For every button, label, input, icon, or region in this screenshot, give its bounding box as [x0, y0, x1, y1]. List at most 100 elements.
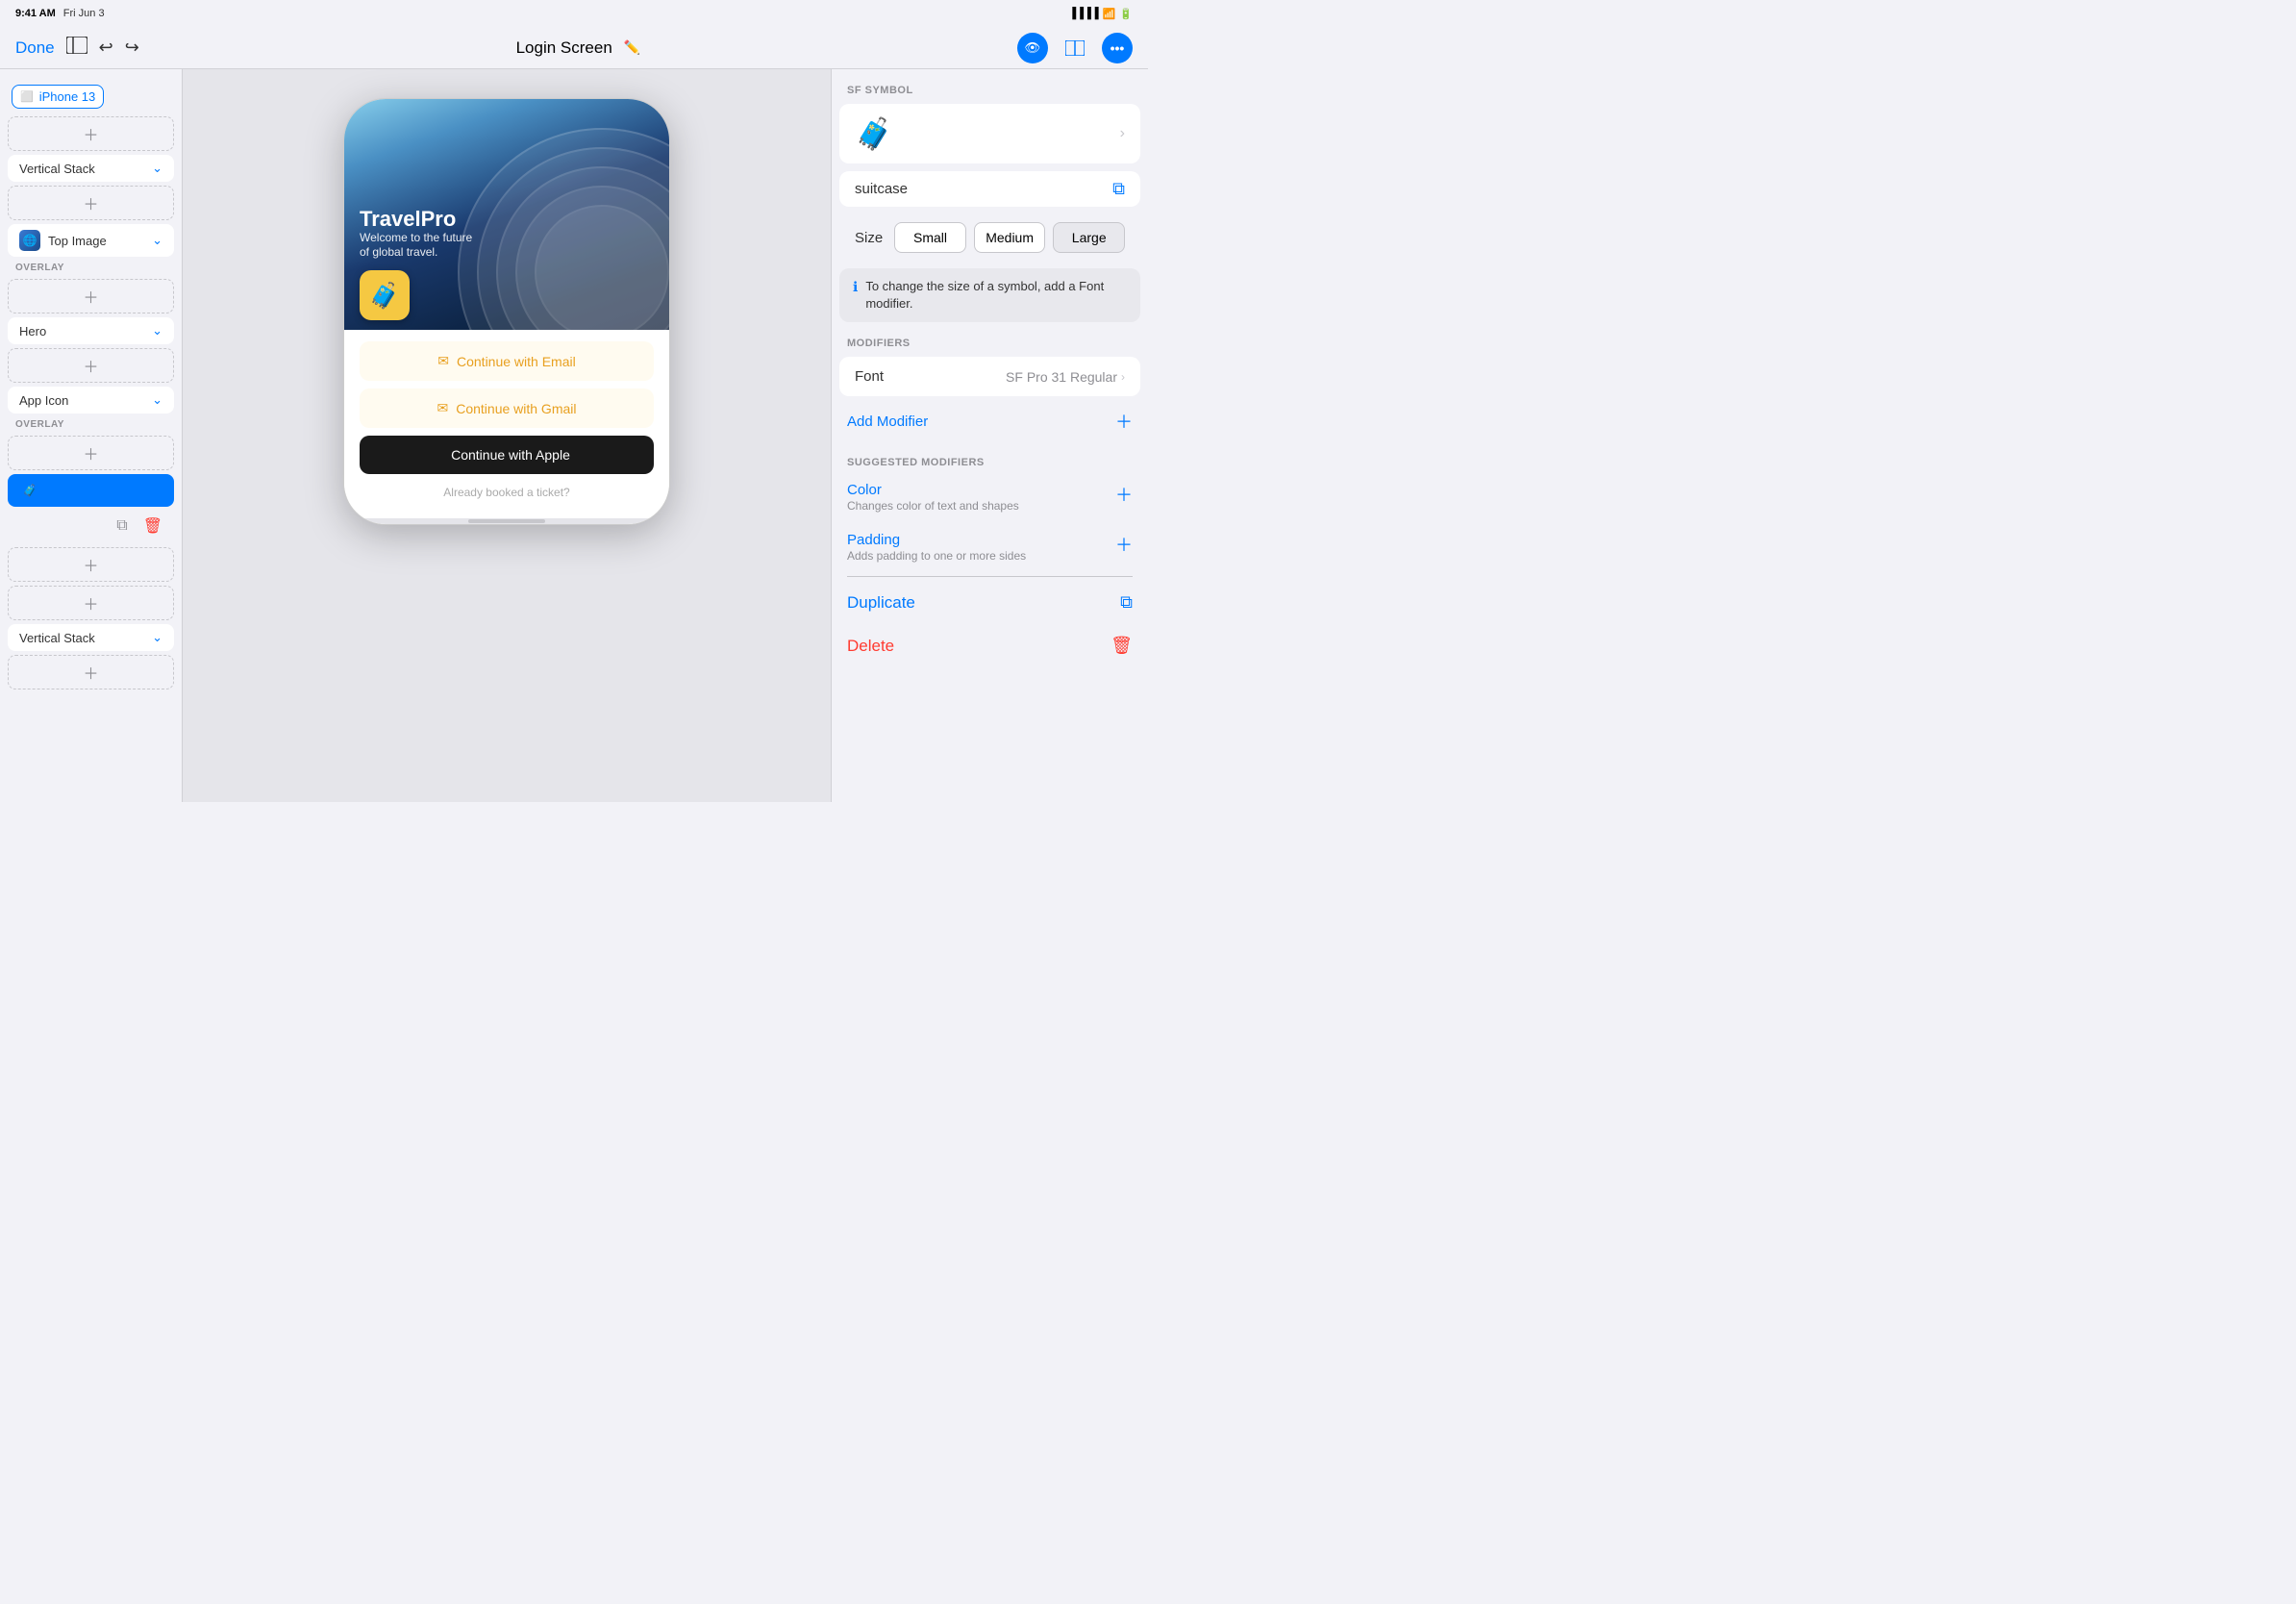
padding-modifier-button[interactable]: Padding Adds padding to one or more side… [832, 522, 1148, 572]
brand-name: TravelPro [360, 208, 472, 231]
add-layer-4-button[interactable]: ＋ [8, 547, 174, 582]
duplicate-icon: ⧉ [1120, 592, 1133, 613]
font-modifier-value: SF Pro 31 Regular › [1006, 369, 1125, 385]
app-icon-overlay: 🧳 [360, 270, 410, 320]
add-overlay-button[interactable]: ＋ [8, 279, 174, 313]
color-desc: Changes color of text and shapes [847, 499, 1019, 513]
delete-button[interactable]: Delete 🗑 [832, 624, 1148, 667]
split-view-button[interactable] [1060, 33, 1090, 63]
layer-item-app-icon[interactable]: App Icon ⌄ [8, 387, 174, 414]
layer-actions: ⧉ 🗑 [0, 509, 182, 543]
layer-item-top-image[interactable]: 🌐 Top Image ⌄ [8, 224, 174, 257]
add-layer-2-button[interactable]: ＋ [8, 186, 174, 220]
battery-icon: 🔋 [1119, 8, 1133, 20]
sidebar-toggle-button[interactable] [66, 37, 87, 59]
eye-icon: 👁 [1025, 40, 1041, 56]
status-icons: ▐▐▐▐ 📶 🔋 [1068, 8, 1133, 20]
add-layer-top-button[interactable]: ＋ [8, 116, 174, 151]
add-layer-3-button[interactable]: ＋ [8, 348, 174, 383]
info-text: To change the size of a symbol, add a Fo… [865, 278, 1127, 313]
color-modifier-button[interactable]: Color Changes color of text and shapes ＋ [832, 472, 1148, 522]
signal-icon: ▐▐▐▐ [1068, 8, 1098, 19]
edit-title-icon[interactable]: ✏️ [624, 39, 640, 56]
vertical-stack-label-2: Vertical Stack [19, 631, 95, 645]
left-panel: ⬜ iPhone 13 ＋ Vertical Stack ⌄ ＋ 🌐 Top I… [0, 69, 183, 802]
suitcase-symbol-icon: 🧳 [855, 115, 893, 152]
font-chevron-icon: › [1121, 370, 1125, 384]
undo-button[interactable]: ↩ [99, 38, 113, 58]
app-icon-label: App Icon [19, 393, 68, 408]
suggested-section-title: SUGGESTED MODIFIERS [832, 445, 1148, 472]
apple-label: Continue with Apple [451, 447, 570, 463]
toolbar: Done ↩ ↪ Login Screen ✏️ 👁 ••• [0, 27, 1148, 69]
wifi-icon: 📶 [1103, 8, 1116, 20]
buttons-area: ✉ Continue with Email ✉ Continue with Gm… [344, 330, 669, 518]
redo-button[interactable]: ↪ [125, 38, 139, 58]
continue-with-apple-button[interactable]: Continue with Apple [360, 436, 654, 474]
size-label: Size [855, 230, 883, 246]
modifiers-section-title: MODIFIERS [832, 334, 1148, 357]
size-large-button[interactable]: Large [1053, 222, 1125, 253]
continue-with-gmail-button[interactable]: ✉ Continue with Gmail [360, 388, 654, 428]
padding-plus-icon: ＋ [1115, 532, 1133, 557]
size-medium-button[interactable]: Medium [974, 222, 1046, 253]
preview-button[interactable]: 👁 [1017, 33, 1048, 63]
brand-sub-2: of global travel. [360, 245, 472, 261]
hero-label: Hero [19, 324, 46, 338]
sf-symbol-preview[interactable]: 🧳 › [839, 104, 1140, 163]
sf-symbol-chevron-icon: › [1120, 125, 1125, 142]
info-icon: ℹ [853, 279, 858, 295]
chevron-down-icon-4: ⌄ [152, 392, 162, 408]
layer-item-vertical-stack-2[interactable]: Vertical Stack ⌄ [8, 624, 174, 651]
add-overlay-2-button[interactable]: ＋ [8, 436, 174, 470]
ellipsis-icon: ••• [1111, 40, 1125, 56]
chevron-down-icon-5: ⌄ [152, 630, 162, 645]
add-layer-6-button[interactable]: ＋ [8, 655, 174, 689]
more-button[interactable]: ••• [1102, 33, 1133, 63]
layer-item-hero[interactable]: Hero ⌄ [8, 317, 174, 344]
scroll-indicator [344, 518, 669, 524]
email-icon: ✉ [437, 353, 449, 369]
add-modifier-plus-icon: ＋ [1115, 409, 1133, 434]
sf-name-row: suitcase ⧉ [839, 171, 1140, 207]
layer-item-selected-icon[interactable]: 🧳 [8, 474, 174, 507]
add-layer-5-button[interactable]: ＋ [8, 586, 174, 620]
color-plus-icon: ＋ [1115, 482, 1133, 507]
main-layout: ⬜ iPhone 13 ＋ Vertical Stack ⌄ ＋ 🌐 Top I… [0, 69, 1148, 802]
status-bar: 9:41 AM Fri Jun 3 ▐▐▐▐ 📶 🔋 [0, 0, 1148, 27]
padding-label: Padding [847, 532, 1026, 548]
info-box: ℹ To change the size of a symbol, add a … [839, 268, 1140, 322]
email-label: Continue with Email [457, 354, 576, 369]
device-badge[interactable]: ⬜ iPhone 13 [12, 85, 104, 109]
brand-text: TravelPro Welcome to the future of globa… [360, 208, 472, 261]
add-modifier-button[interactable]: Add Modifier ＋ [832, 397, 1148, 445]
hero-image: 🧳 TravelPro Welcome to the future of glo… [344, 99, 669, 330]
right-panel: SF SYMBOL 🧳 › suitcase ⧉ Size Small Medi… [831, 69, 1148, 802]
font-modifier-row[interactable]: Font SF Pro 31 Regular › [839, 357, 1140, 396]
copy-symbol-button[interactable]: ⧉ [1112, 179, 1125, 199]
duplicate-button[interactable]: Duplicate ⧉ [832, 581, 1148, 624]
chevron-down-icon-2: ⌄ [152, 233, 162, 248]
hero-bg: 🧳 TravelPro Welcome to the future of glo… [344, 99, 669, 330]
device-icon: ⬜ [20, 90, 34, 103]
continue-with-email-button[interactable]: ✉ Continue with Email [360, 341, 654, 381]
status-date: Fri Jun 3 [63, 8, 105, 19]
size-small-button[interactable]: Small [894, 222, 966, 253]
layer-item-vertical-stack-1[interactable]: Vertical Stack ⌄ [8, 155, 174, 182]
chevron-down-icon-1: ⌄ [152, 161, 162, 176]
already-booked-text: Already booked a ticket? [360, 482, 654, 507]
duplicate-layer-button[interactable]: ⧉ [112, 513, 131, 539]
sidebar-icon [66, 37, 87, 54]
status-time: 9:41 AM [15, 8, 56, 19]
device-label: iPhone 13 [39, 89, 96, 104]
vertical-stack-label-1: Vertical Stack [19, 162, 95, 176]
top-image-icon: 🌐 [19, 230, 40, 251]
split-icon [1065, 40, 1085, 56]
delete-icon: 🗑 [1111, 636, 1133, 656]
done-button[interactable]: Done [15, 38, 55, 58]
delete-layer-button[interactable]: 🗑 [139, 513, 166, 539]
color-label: Color [847, 482, 1019, 498]
gmail-icon: ✉ [437, 400, 448, 416]
font-modifier-label: Font [855, 368, 884, 385]
sf-symbol-name: suitcase [855, 181, 908, 197]
